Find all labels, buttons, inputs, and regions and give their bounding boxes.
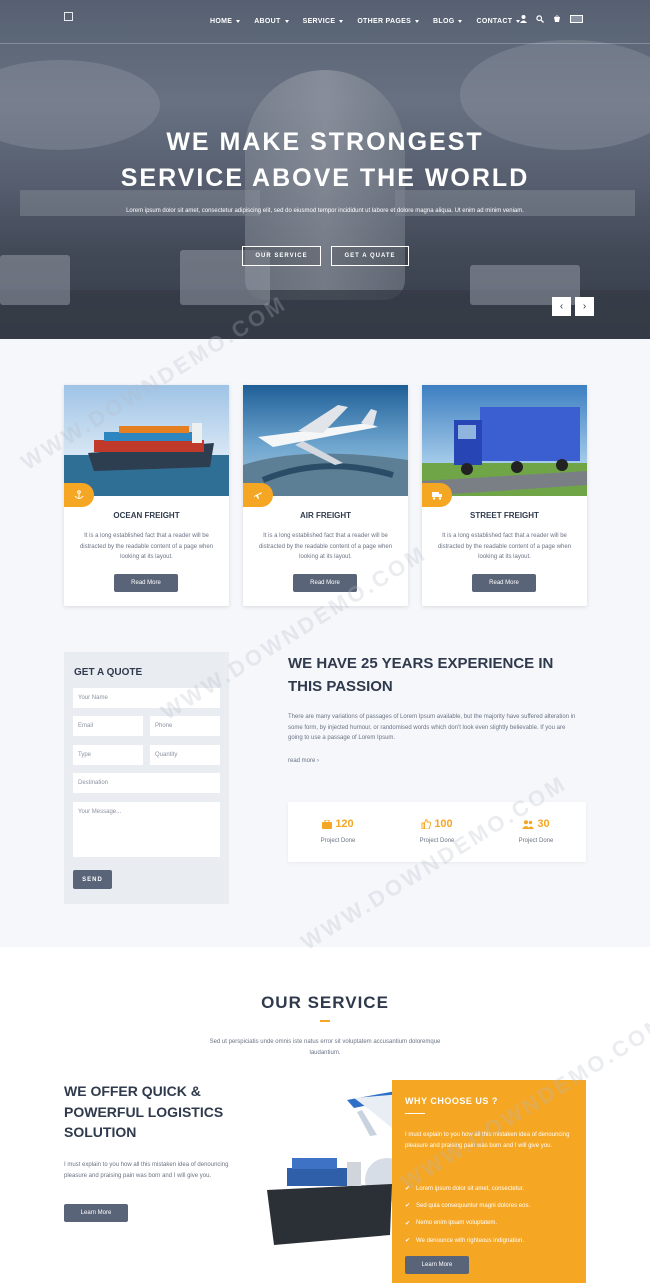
cart-icon[interactable] [553, 15, 561, 23]
name-field[interactable]: Your Name [73, 688, 220, 708]
read-more-button[interactable]: Read More [114, 574, 178, 592]
destination-field[interactable]: Destination [73, 773, 220, 793]
card-text: It is a long established fact that a rea… [79, 533, 214, 560]
email-field[interactable]: Email [73, 716, 143, 736]
read-more-link[interactable]: read more › [288, 758, 319, 764]
main-menu: HOME ABOUT SERVICE OTHER PAGES BLOG CONT… [210, 18, 534, 25]
experience-text: There are many variations of passages of… [288, 714, 576, 741]
anchor-icon [64, 483, 94, 507]
quote-form: GET A QUOTE Your Name Email Phone Type Q… [64, 652, 229, 904]
stat-value: 120 [335, 818, 354, 830]
read-more-button[interactable]: Read More [293, 574, 357, 592]
thumbs-up-icon [421, 819, 432, 829]
chevron-right-icon: › [582, 301, 587, 312]
why-choose-us-panel: WHY CHOOSE US ? I must explain to you ho… [392, 1080, 586, 1283]
plane-icon [243, 483, 273, 507]
why-list: ✔ Lorem ipsum dolor sit amet, consectetur… [405, 1180, 575, 1249]
stat-label: Project Done [419, 838, 455, 844]
send-button[interactable]: SEND [73, 870, 112, 889]
get-a-quote-button[interactable]: GET A QUATE [331, 246, 409, 266]
card-title: AIR FREIGHT [299, 511, 352, 520]
service-subtitle: Sed ut perspiciatis unde omnis iste natu… [209, 1039, 441, 1056]
card-text: It is a long established fact that a rea… [258, 533, 393, 560]
chevron-down-icon [458, 20, 463, 23]
slider-next-button[interactable]: › [575, 297, 594, 316]
list-item: ✔ Lorem ipsum dolor sit amet, consectetur… [405, 1185, 525, 1193]
card-title: STREET FREIGHT [470, 511, 539, 520]
menu-item-contact[interactable]: CONTACT [476, 18, 521, 25]
truck-icon [422, 483, 452, 507]
stat-value: 100 [434, 818, 453, 830]
stats-panel: 120 Project Done 100 Project Done 30 Pro… [288, 802, 586, 862]
list-item: ✔ Sed quia consequuntur magni dolores eos… [405, 1202, 531, 1210]
service-title: OUR SERVICE [261, 993, 389, 1012]
logistics-illustration [262, 1080, 412, 1250]
search-icon[interactable] [536, 15, 544, 23]
quote-title: GET A QUOTE [74, 667, 143, 678]
menu-item-about[interactable]: ABOUT [254, 18, 289, 25]
why-learn-more-button[interactable]: Learn More [405, 1256, 469, 1274]
learn-more-button[interactable]: Learn More [64, 1204, 128, 1222]
stat-clients: 30 Project Done [486, 818, 586, 844]
our-service-button[interactable]: OUR SERVICE [242, 246, 321, 266]
check-icon: ✔ [405, 1186, 411, 1193]
flag-icon[interactable] [570, 15, 583, 23]
hero-title: WE MAKE STRONGEST SERVICE ABOVE THE WORL… [120, 128, 530, 192]
nav-icons [519, 15, 583, 23]
title-divider [320, 1020, 330, 1022]
top-navigation: HOME ABOUT SERVICE OTHER PAGES BLOG CONT… [0, 0, 650, 44]
check-icon: ✔ [405, 1238, 411, 1245]
users-icon [522, 819, 535, 829]
stat-label: Project Done [518, 838, 554, 844]
air-freight-image [243, 385, 408, 496]
why-text: I must explain to you how all this mista… [405, 1132, 570, 1149]
slider-prev-button[interactable]: ‹ [552, 297, 571, 316]
card-text: It is a long established fact that a rea… [437, 533, 572, 560]
ocean-freight-image [64, 385, 229, 496]
list-item: ✔ Nemo enim ipsam voluptatem. [405, 1220, 498, 1227]
message-field[interactable]: Your Message... [73, 802, 220, 857]
chevron-left-icon: ‹ [559, 301, 564, 312]
offer-text: I must explain to you how all this mista… [64, 1162, 229, 1179]
offer-title: WE OFFER QUICK & POWERFUL LOGISTICS SOLU… [64, 1083, 224, 1140]
list-item: ✔ We denounce with righteous indignation. [405, 1237, 524, 1245]
stat-value: 30 [537, 818, 550, 830]
service-card-ocean: OCEAN FREIGHT It is a long established f… [64, 385, 229, 606]
chevron-down-icon [415, 20, 420, 23]
stat-likes: 100 Project Done [387, 818, 487, 844]
check-icon: ✔ [405, 1220, 411, 1227]
stat-projects: 120 Project Done [288, 818, 388, 844]
menu-item-home[interactable]: HOME [210, 18, 241, 25]
user-icon[interactable] [519, 15, 527, 23]
briefcase-icon [322, 819, 333, 829]
service-card-air: AIR FREIGHT It is a long established fac… [243, 385, 408, 606]
why-divider [405, 1113, 425, 1114]
experience-title: WE HAVE 25 YEARS EXPERIENCE IN THIS PASS… [288, 655, 554, 695]
check-icon: ✔ [405, 1203, 411, 1210]
stat-label: Project Done [320, 838, 356, 844]
hero-section: HOME ABOUT SERVICE OTHER PAGES BLOG CONT… [0, 0, 650, 339]
logo[interactable] [64, 12, 73, 21]
hero-subtitle: Lorem ipsum dolor sit amet, consectetur … [126, 208, 524, 214]
why-title: WHY CHOOSE US ? [405, 1096, 498, 1106]
service-card-street: STREET FREIGHT It is a long established … [422, 385, 587, 606]
read-more-button[interactable]: Read More [472, 574, 536, 592]
type-field[interactable]: Type [73, 745, 143, 765]
chevron-down-icon [339, 20, 344, 23]
menu-item-blog[interactable]: BLOG [433, 18, 463, 25]
quantity-field[interactable]: Quantity [150, 745, 220, 765]
menu-item-service[interactable]: SERVICE [303, 18, 344, 25]
card-title: OCEAN FREIGHT [113, 511, 180, 520]
menu-item-other-pages[interactable]: OTHER PAGES [357, 18, 420, 25]
chevron-down-icon [284, 20, 289, 23]
chevron-down-icon [236, 20, 241, 23]
phone-field[interactable]: Phone [150, 716, 220, 736]
street-freight-image [422, 385, 587, 496]
